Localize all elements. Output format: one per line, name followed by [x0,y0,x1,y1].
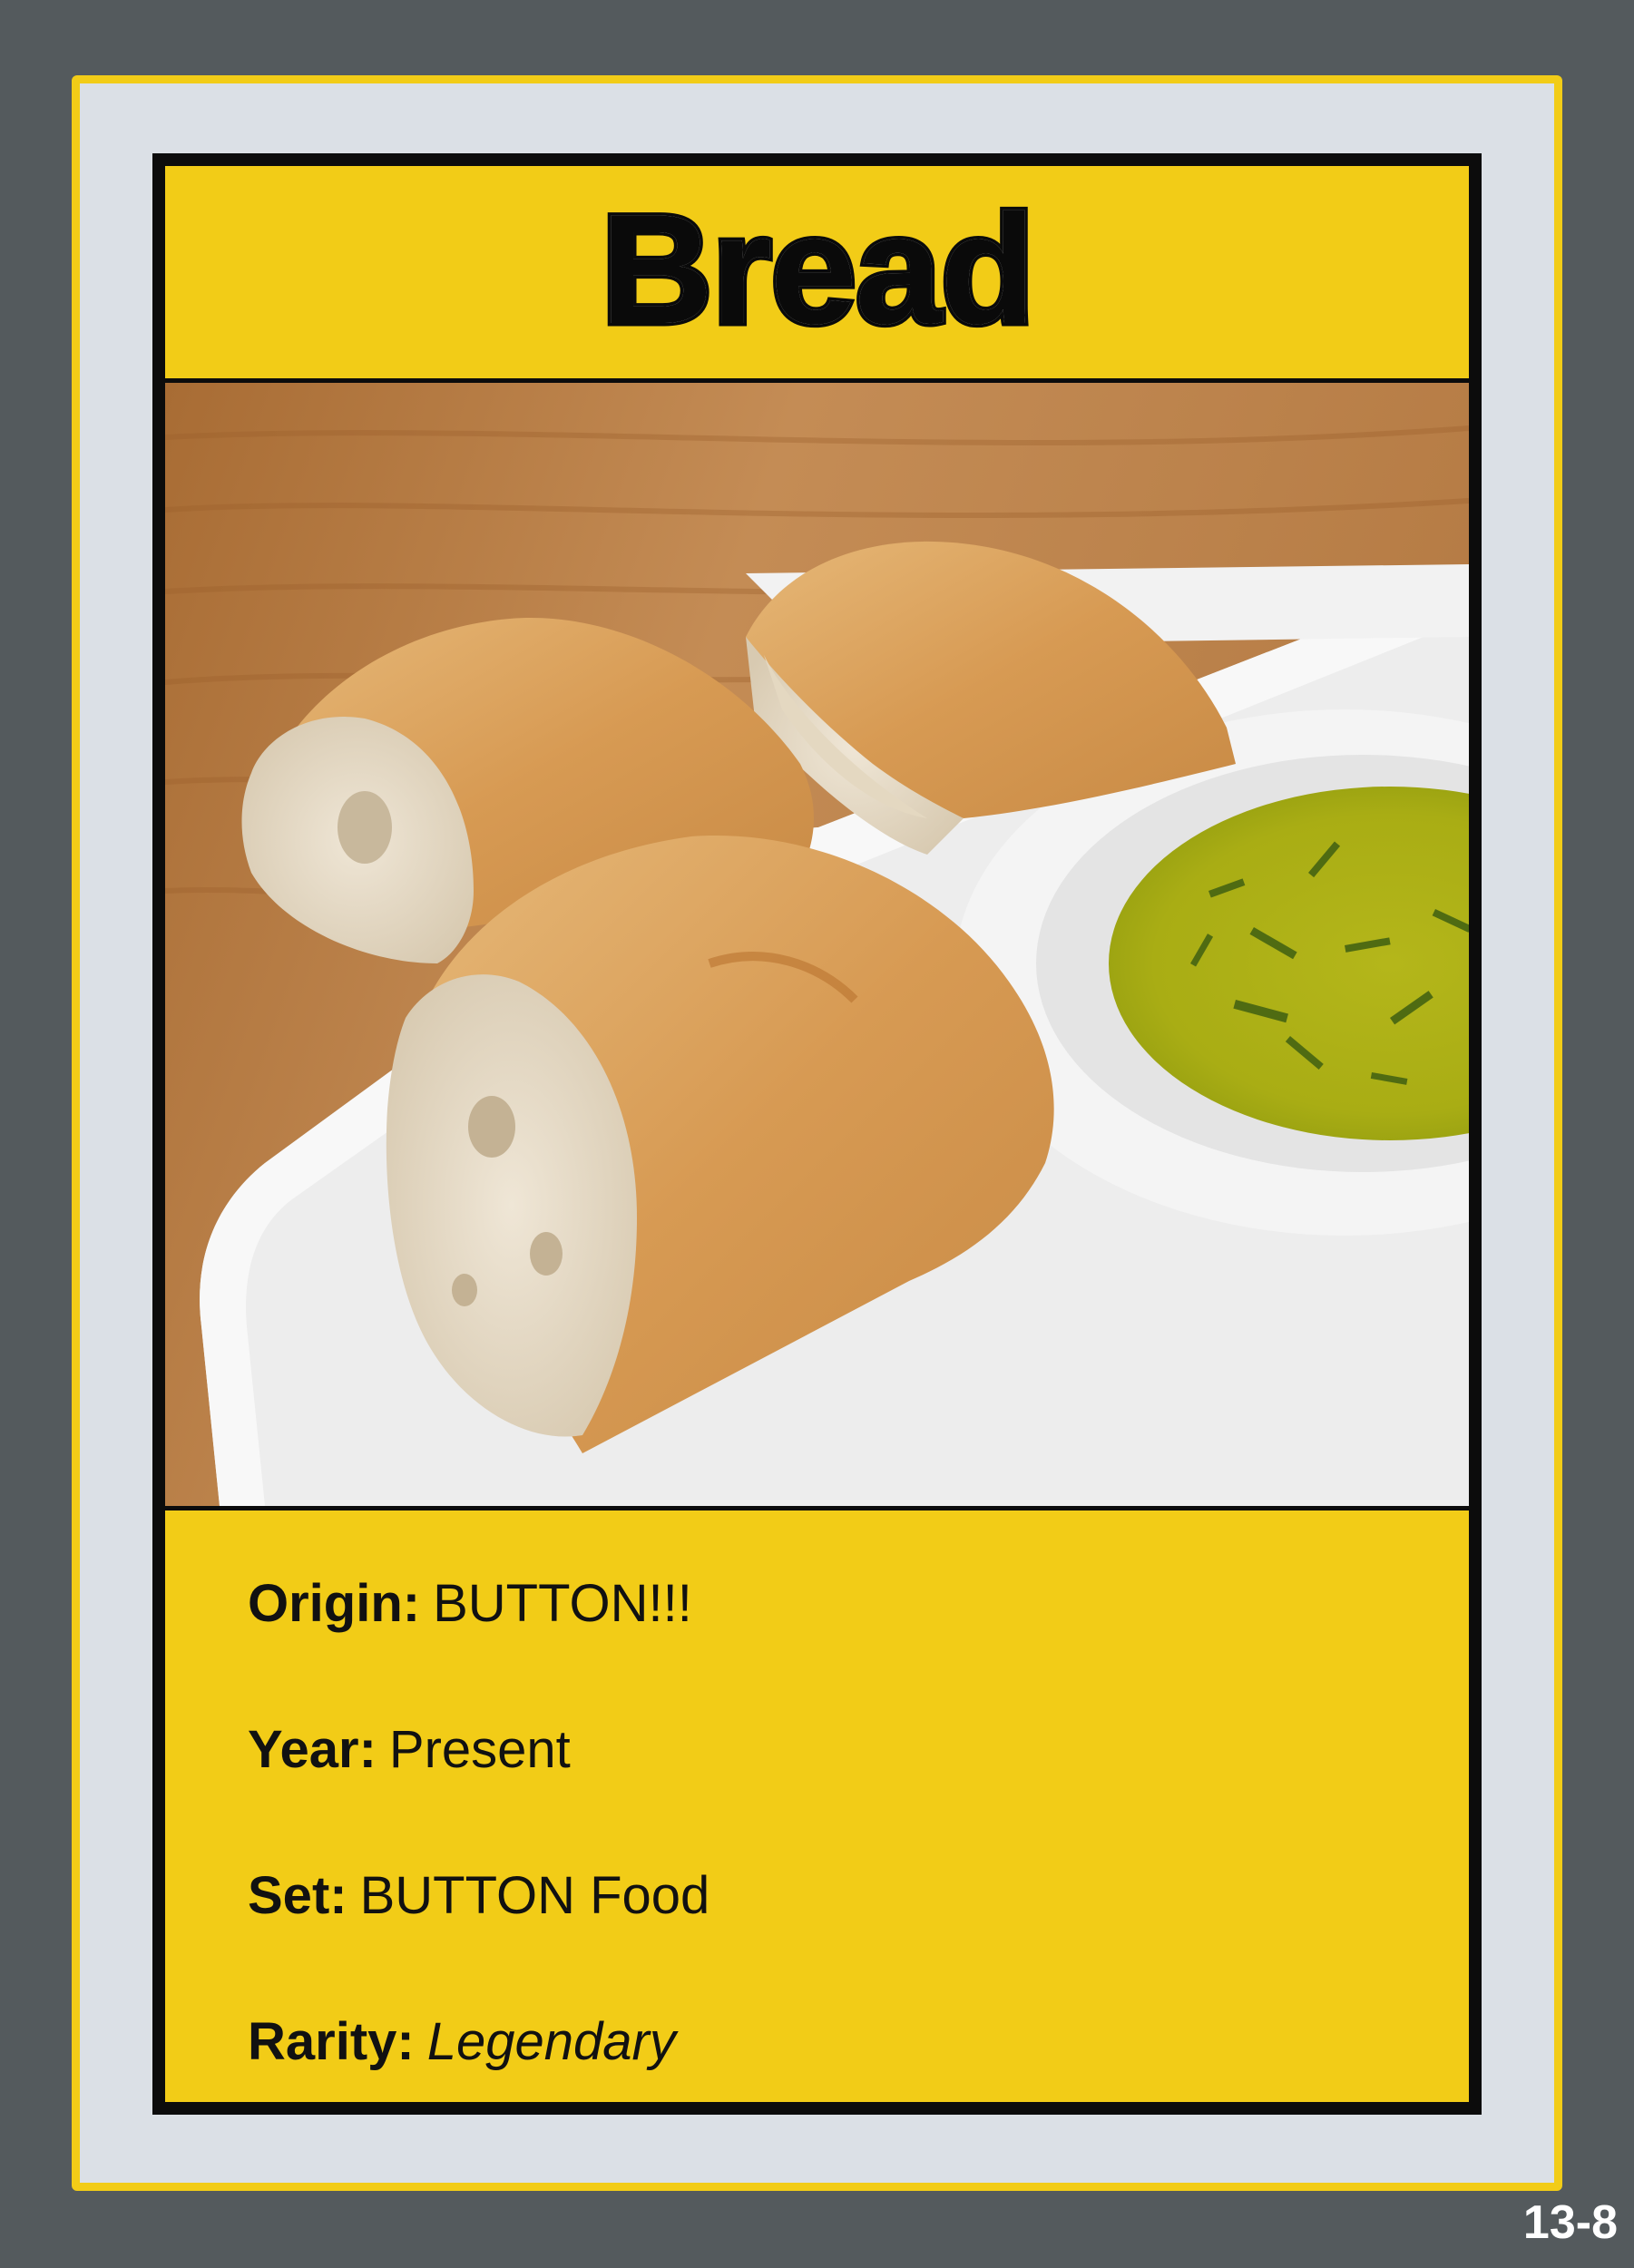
stat-year: Year: Present [248,1724,571,1776]
stat-rarity-value: Legendary [426,2012,676,2071]
title-band: Bread [165,166,1469,383]
stat-origin-value: BUTTON!!! [433,1574,692,1633]
stat-set-value: BUTTON Food [359,1866,710,1925]
stats-panel: Origin: BUTTON!!! Year: Present Set: BUTTON… [165,1510,1469,2102]
stat-rarity-label: Rarity: [248,2012,415,2071]
bread-photo-icon [165,383,1469,1506]
stat-origin-label: Origin: [248,1574,421,1633]
stat-rarity: Rarity: Legendary [248,2016,676,2068]
stat-year-value: Present [388,1720,571,1779]
card-title: Bread [597,182,1039,357]
stat-year-label: Year: [248,1720,377,1779]
stat-set-label: Set: [248,1866,347,1925]
card-photo [165,383,1469,1510]
card-number: 13-8 [1522,2196,1618,2249]
stat-set: Set: BUTTON Food [248,1870,709,1922]
trading-card: Bread Origin: BUTTON!!! Year: Present Se… [152,153,1482,2115]
stat-origin: Origin: BUTTON!!! [248,1578,692,1630]
